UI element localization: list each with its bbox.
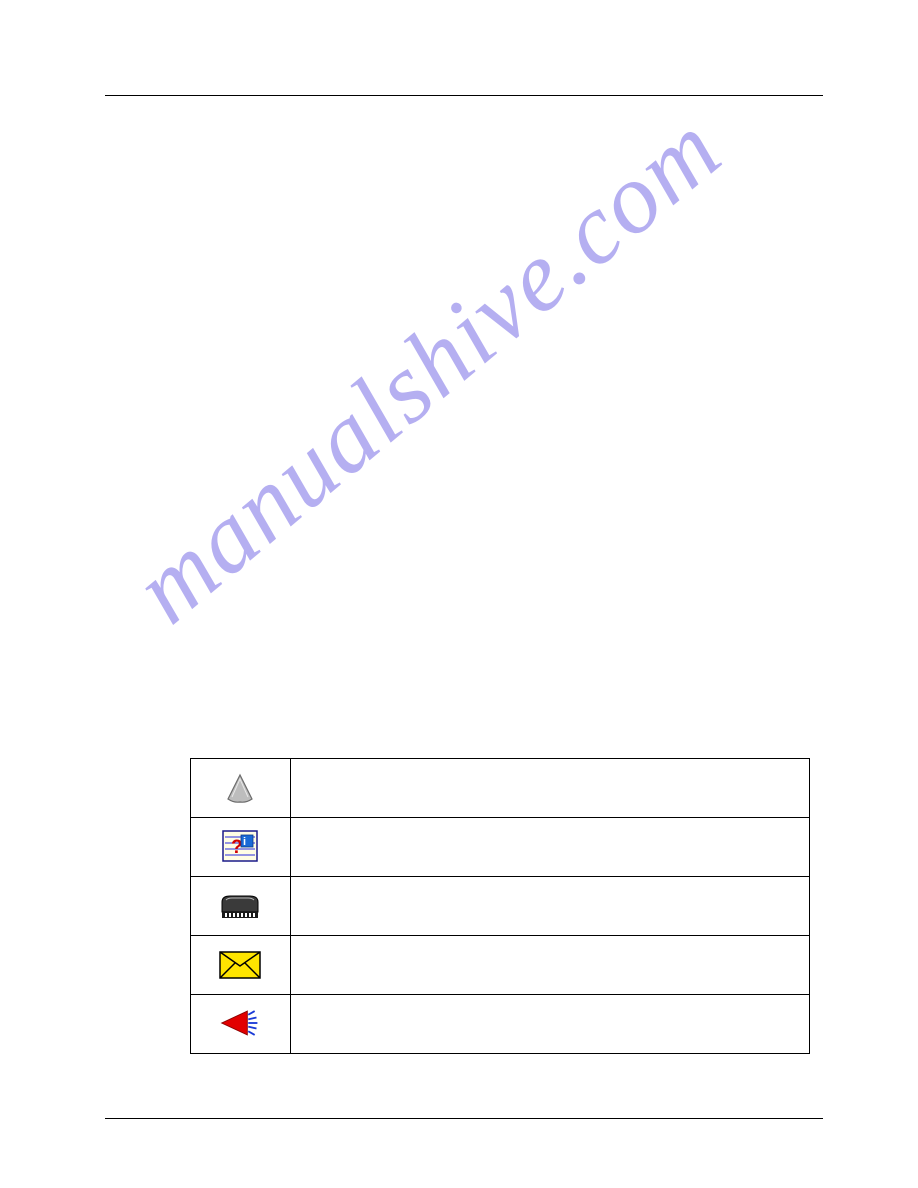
description-cell xyxy=(290,759,809,818)
description-cell xyxy=(290,818,809,877)
table-row xyxy=(191,759,810,818)
icon-cell xyxy=(191,877,291,936)
table-row xyxy=(191,936,810,995)
table-row xyxy=(191,877,810,936)
table-row xyxy=(191,995,810,1054)
mail-icon xyxy=(218,946,262,984)
icon-table: ? i xyxy=(190,758,810,1054)
document-page: manualshive.com xyxy=(0,0,918,1188)
table-row: ? i xyxy=(191,818,810,877)
device-icon xyxy=(218,887,262,925)
description-cell xyxy=(290,877,809,936)
bell-icon xyxy=(218,768,262,806)
header-rule xyxy=(105,95,823,96)
footer-rule xyxy=(105,1118,823,1119)
description-cell xyxy=(290,995,809,1054)
icon-cell xyxy=(191,936,291,995)
icon-cell: ? i xyxy=(191,818,291,877)
svg-text:i: i xyxy=(243,836,246,848)
watermark-text: manualshive.com xyxy=(112,69,768,646)
help-note-icon: ? i xyxy=(218,827,262,865)
description-cell xyxy=(290,936,809,995)
icon-cell xyxy=(191,995,291,1054)
megaphone-icon xyxy=(218,1004,262,1042)
icon-cell xyxy=(191,759,291,818)
